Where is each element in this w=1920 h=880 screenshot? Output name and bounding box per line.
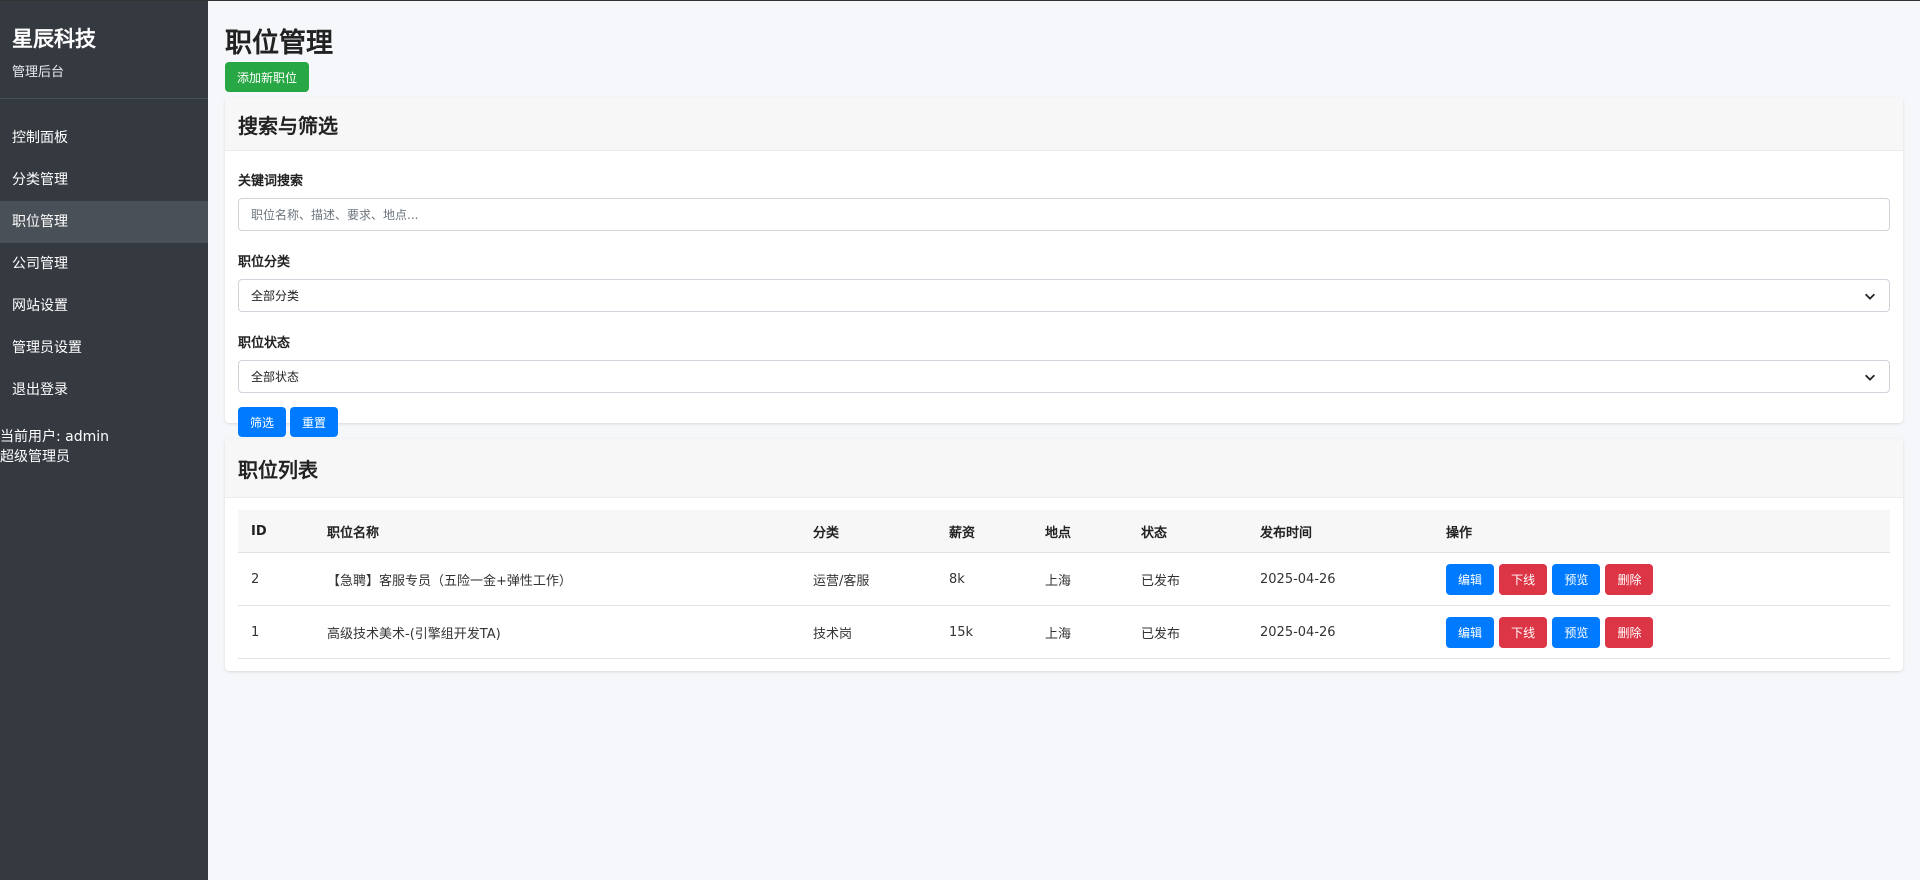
cell-date: 2025-04-26 — [1247, 552, 1433, 606]
category-select[interactable]: 全部分类 — [238, 279, 1890, 312]
status-label: 职位状态 — [238, 336, 291, 351]
column-header-id: ID — [238, 510, 314, 553]
cell-name: 【急聘】客服专员（五险一金+弹性工作） — [314, 552, 800, 606]
search-form: 关键词搜索 职位名称、描述、要求、地点... 职位分类 全部分类 职位状态 全部… — [225, 151, 1903, 437]
chevron-down-icon — [1865, 293, 1875, 300]
edit-button[interactable]: 编辑 — [1446, 563, 1495, 595]
cell-salary: 8k — [936, 552, 1032, 606]
column-header-date: 发布时间 — [1247, 510, 1433, 553]
brand-subtitle: 管理后台 — [12, 65, 65, 80]
sidebar-item-jobs[interactable]: 职位管理 — [0, 201, 208, 243]
sidebar-item-site-settings[interactable]: 网站设置 — [0, 285, 208, 327]
filter-actions: 筛选 重置 — [238, 407, 1890, 437]
category-selected: 全部分类 — [251, 289, 300, 303]
sidebar-item-categories[interactable]: 分类管理 — [0, 159, 208, 201]
page-title: 职位管理 — [225, 28, 333, 59]
cell-id: 2 — [238, 552, 314, 606]
current-user: 当前用户: admin — [0, 429, 110, 445]
offline-button[interactable]: 下线 — [1499, 563, 1548, 595]
search-card: 搜索与筛选 关键词搜索 职位名称、描述、要求、地点... 职位分类 全部分类 职… — [225, 98, 1903, 437]
offline-button[interactable]: 下线 — [1499, 616, 1548, 648]
filter-button[interactable]: 筛选 — [238, 407, 287, 437]
cell-location: 上海 — [1032, 552, 1128, 606]
main-content: 职位管理 添加新职位 搜索与筛选 关键词搜索 职位名称、描述、要求、地点... … — [208, 1, 1920, 880]
sidebar-item-admin-settings[interactable]: 管理员设置 — [0, 327, 208, 369]
column-header-category: 分类 — [800, 510, 936, 553]
brand-title: 星辰科技 — [12, 27, 96, 51]
keyword-label: 关键词搜索 — [238, 174, 304, 189]
sidebar-item-companies[interactable]: 公司管理 — [0, 243, 208, 285]
user-role: 超级管理员 — [0, 449, 70, 465]
brand: 星辰科技 管理后台 — [0, 1, 208, 99]
preview-button[interactable]: 预览 — [1552, 616, 1601, 648]
table-row: 1 高级技术美术-(引擎组开发TA) 技术岗 15k 上海 已发布 2025-0… — [238, 605, 1890, 659]
cell-salary: 15k — [936, 605, 1032, 659]
status-selected: 全部状态 — [251, 370, 300, 384]
status-select[interactable]: 全部状态 — [238, 360, 1890, 393]
cell-category: 运营/客服 — [800, 552, 936, 606]
cell-date: 2025-04-26 — [1247, 605, 1433, 659]
job-list-card: 职位列表 ID 职位名称 分类 薪资 地点 状态 发布时间 操作 2 【急聘】客… — [225, 439, 1903, 671]
edit-button[interactable]: 编辑 — [1446, 616, 1495, 648]
column-header-location: 地点 — [1032, 510, 1128, 553]
cell-location: 上海 — [1032, 605, 1128, 659]
chevron-down-icon — [1865, 374, 1875, 381]
cell-actions: 编辑 下线 预览 删除 — [1433, 552, 1890, 606]
keyword-placeholder: 职位名称、描述、要求、地点... — [251, 208, 419, 222]
cell-actions: 编辑 下线 预览 删除 — [1433, 605, 1890, 659]
table-header-row: ID 职位名称 分类 薪资 地点 状态 发布时间 操作 — [238, 510, 1890, 553]
column-header-actions: 操作 — [1433, 510, 1890, 553]
cell-status: 已发布 — [1128, 552, 1247, 606]
sidebar-item-logout[interactable]: 退出登录 — [0, 369, 208, 411]
column-header-name: 职位名称 — [314, 510, 800, 553]
user-info: 当前用户: admin 超级管理员 — [0, 411, 208, 467]
column-header-status: 状态 — [1128, 510, 1247, 553]
sidebar-nav: 控制面板 分类管理 职位管理 公司管理 网站设置 管理员设置 退出登录 — [0, 117, 208, 411]
column-header-salary: 薪资 — [936, 510, 1032, 553]
delete-button[interactable]: 删除 — [1605, 563, 1654, 595]
add-job-button[interactable]: 添加新职位 — [225, 62, 310, 92]
sidebar: 星辰科技 管理后台 控制面板 分类管理 职位管理 公司管理 网站设置 管理员设置… — [0, 1, 208, 880]
job-table: ID 职位名称 分类 薪资 地点 状态 发布时间 操作 2 【急聘】客服专员（五… — [238, 510, 1890, 659]
table-wrap: ID 职位名称 分类 薪资 地点 状态 发布时间 操作 2 【急聘】客服专员（五… — [225, 498, 1903, 659]
cell-status: 已发布 — [1128, 605, 1247, 659]
cell-name: 高级技术美术-(引擎组开发TA) — [314, 605, 800, 659]
preview-button[interactable]: 预览 — [1552, 563, 1601, 595]
sidebar-item-dashboard[interactable]: 控制面板 — [0, 117, 208, 159]
keyword-input[interactable]: 职位名称、描述、要求、地点... — [238, 198, 1890, 231]
cell-id: 1 — [238, 605, 314, 659]
reset-button[interactable]: 重置 — [290, 407, 339, 437]
category-label: 职位分类 — [238, 255, 291, 270]
delete-button[interactable]: 删除 — [1605, 616, 1654, 648]
table-row: 2 【急聘】客服专员（五险一金+弹性工作） 运营/客服 8k 上海 已发布 20… — [238, 552, 1890, 606]
job-list-header: 职位列表 — [225, 439, 1903, 498]
cell-category: 技术岗 — [800, 605, 936, 659]
search-card-header: 搜索与筛选 — [225, 98, 1903, 151]
